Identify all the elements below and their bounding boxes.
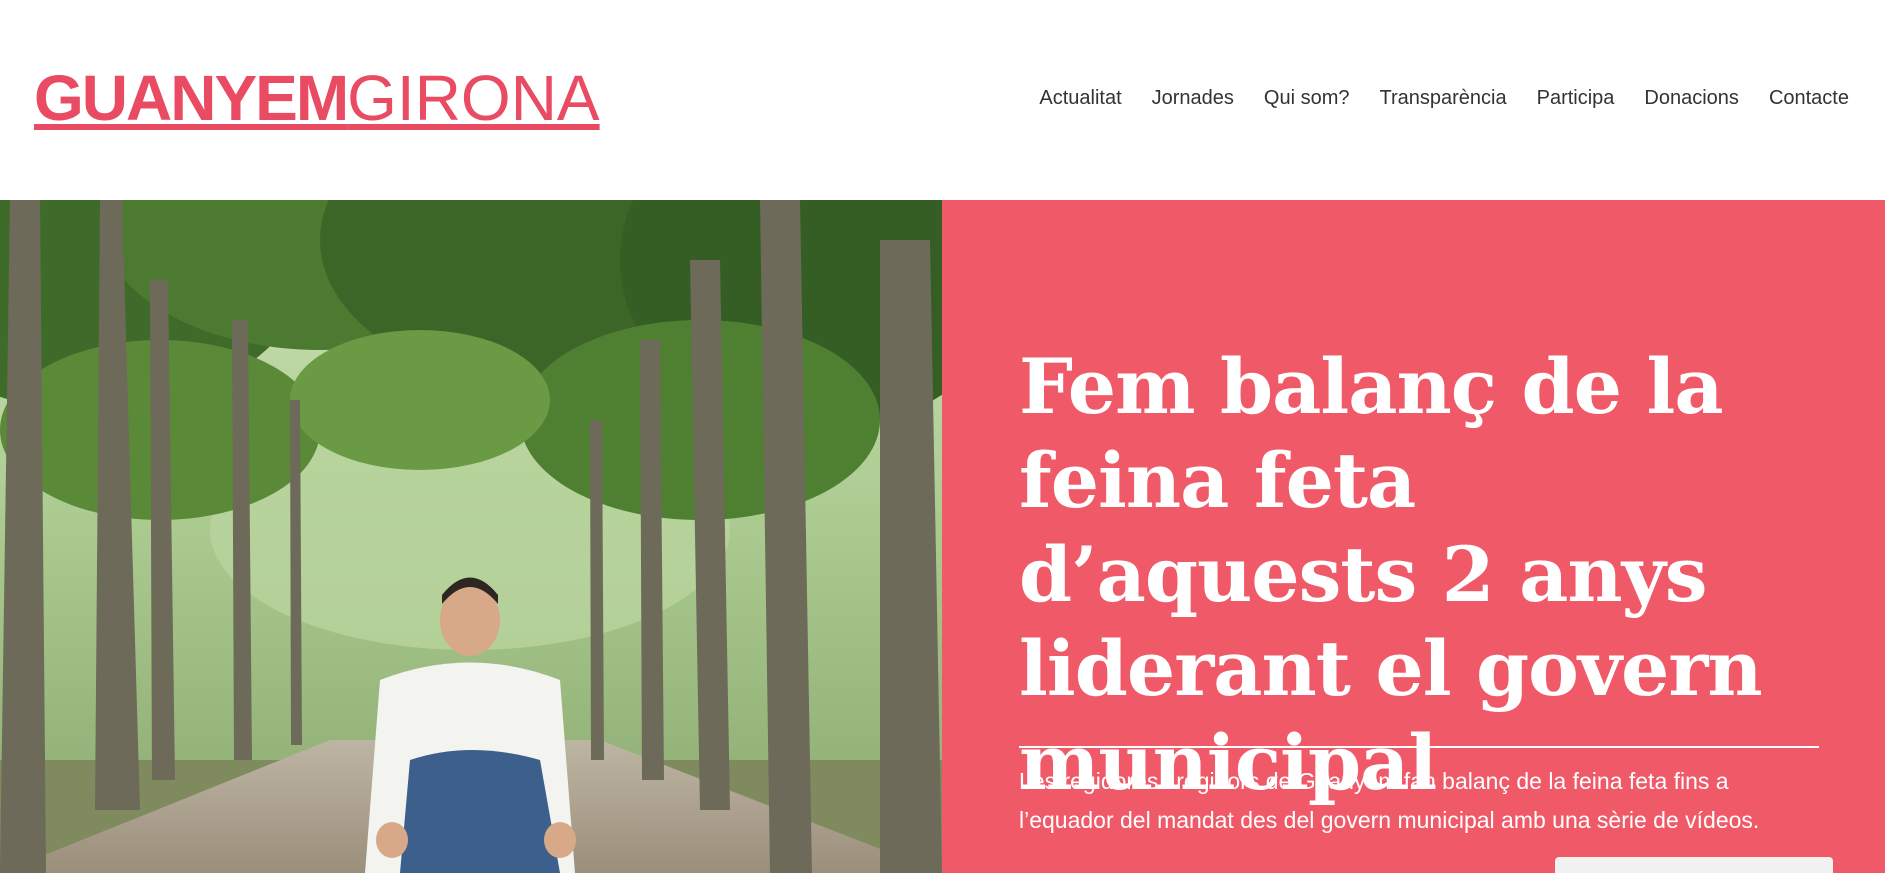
hero-cta-button[interactable]: [1555, 857, 1833, 873]
site-header: GUANYEM GIRONA Actualitat Jornades Qui s…: [0, 0, 1885, 200]
nav-participa[interactable]: Participa: [1537, 86, 1615, 110]
logo-text-bold: GUANYEM: [34, 62, 349, 134]
hero-divider: [1019, 746, 1819, 748]
nav-qui-som[interactable]: Qui som?: [1264, 86, 1350, 110]
site-logo[interactable]: GUANYEM GIRONA: [34, 66, 600, 130]
nav-transparencia[interactable]: Transparència: [1380, 86, 1507, 110]
hero-photo: [0, 200, 942, 873]
hero-panel: Fem balanç de la feina feta d’aquests 2 …: [942, 200, 1885, 873]
nav-donacions[interactable]: Donacions: [1644, 86, 1739, 110]
logo-text-light: GIRONA: [347, 62, 600, 134]
nav-actualitat[interactable]: Actualitat: [1039, 86, 1121, 110]
nav-contacte[interactable]: Contacte: [1769, 86, 1849, 110]
park-photo-illustration: [0, 200, 942, 873]
hero-subtitle: Les regidores i regidors de Guanyem fan …: [1019, 768, 1760, 833]
main-nav: Actualitat Jornades Qui som? Transparènc…: [1009, 86, 1849, 110]
nav-jornades[interactable]: Jornades: [1152, 86, 1234, 110]
hero-headline: Fem balanç de la feina feta d’aquests 2 …: [1019, 342, 1763, 807]
